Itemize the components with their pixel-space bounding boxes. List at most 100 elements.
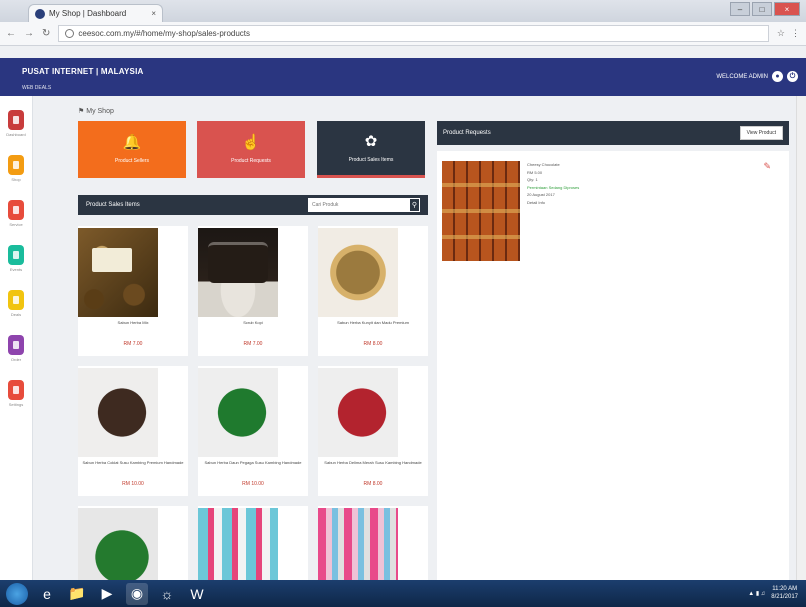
product-image[interactable] bbox=[78, 508, 158, 580]
page-scrollbar[interactable] bbox=[796, 96, 806, 580]
back-icon[interactable]: ← bbox=[6, 28, 16, 39]
product-search-input[interactable] bbox=[308, 198, 409, 212]
sidebar-item-label[interactable]: Events bbox=[3, 267, 29, 272]
product-image[interactable] bbox=[318, 508, 398, 580]
logout-icon[interactable]: ⏻ bbox=[787, 71, 798, 82]
product-image[interactable] bbox=[78, 228, 158, 317]
product-name[interactable]: Sabun Herba Mix bbox=[82, 320, 184, 325]
profile-icon[interactable]: ● bbox=[772, 71, 783, 82]
brand-subtitle: WEB DEALS bbox=[22, 85, 52, 91]
media-icon[interactable]: ▶ bbox=[96, 583, 118, 605]
reload-icon[interactable]: ↻ bbox=[42, 28, 50, 39]
word-icon[interactable]: W bbox=[186, 583, 208, 605]
products-grid: Sabun Herba Mix RM 7.00 Scrub Kopi RM 7.00 S… bbox=[78, 226, 428, 580]
sidebar-item-icon[interactable] bbox=[8, 110, 24, 130]
product-name[interactable]: Sabun Herba Delima Merah Susu Kambing Ha… bbox=[322, 460, 424, 465]
product-card[interactable]: Scrub Kopi RM 7.00 bbox=[198, 226, 308, 356]
user-link[interactable]: WELCOME ADMIN bbox=[716, 74, 768, 80]
maximize-button[interactable]: □ bbox=[752, 2, 772, 16]
clock[interactable]: 11:20 AM 8/21/2017 bbox=[771, 586, 798, 602]
product-card[interactable]: Sabun Herba Kunyit dan Madu Premium RM 8.… bbox=[318, 226, 428, 356]
product-image[interactable] bbox=[78, 368, 158, 457]
product-card[interactable]: Sabun Herba Daun Pegaga Susu Kambing Han… bbox=[198, 366, 308, 496]
product-image[interactable] bbox=[318, 368, 398, 457]
clock-time: 11:20 AM bbox=[772, 585, 798, 592]
firefox-icon[interactable]: ☼ bbox=[156, 583, 178, 605]
stat-tile-sales-items[interactable]: ✿ Product Sales Items bbox=[317, 121, 425, 178]
hand-icon: ☝ bbox=[241, 134, 261, 151]
sidebar-item-icon[interactable] bbox=[8, 380, 24, 400]
view-product-button[interactable]: View Product bbox=[739, 126, 783, 140]
sidebar-item-icon[interactable] bbox=[8, 155, 24, 175]
close-window-button[interactable]: × bbox=[774, 2, 800, 16]
product-image[interactable] bbox=[198, 228, 278, 317]
forward-icon[interactable]: → bbox=[24, 28, 34, 39]
product-price: RM 10.00 bbox=[242, 481, 264, 487]
sidebar-item-label[interactable]: Settings bbox=[3, 402, 29, 407]
product-card[interactable]: Sabun Herba Delima Merah Susu Kambing Ha… bbox=[318, 366, 428, 496]
product-card[interactable] bbox=[78, 506, 188, 580]
user-menu: WELCOME ADMIN ● ⏻ bbox=[716, 71, 798, 82]
minimize-button[interactable]: – bbox=[730, 2, 750, 16]
chrome-icon[interactable]: ◉ bbox=[126, 582, 148, 605]
left-sidebar: Dashboard Shop Service Events Deals Order Sett… bbox=[0, 96, 33, 580]
sidebar-item-icon[interactable] bbox=[8, 335, 24, 355]
product-name[interactable]: Sabun Herba Coklat Susu Kambing Premium … bbox=[82, 460, 184, 465]
product-name[interactable]: Scrub Kopi bbox=[202, 320, 304, 325]
product-card[interactable]: Sabun Herba Mix RM 7.00 bbox=[78, 226, 188, 356]
info-icon[interactable] bbox=[65, 29, 75, 38]
home-icon[interactable]: ⚑ bbox=[78, 108, 84, 115]
request-status: Permintaan Sedang Diproses bbox=[527, 184, 580, 190]
cubes-icon: ✿ bbox=[364, 132, 378, 150]
product-image[interactable] bbox=[198, 508, 278, 580]
request-product-qty: Qty: 1 bbox=[527, 177, 538, 183]
sidebar-item-label[interactable]: Deals bbox=[3, 312, 29, 317]
stat-tile-requests[interactable]: ☝ Product Requests bbox=[197, 121, 305, 178]
product-price: RM 7.00 bbox=[243, 341, 263, 347]
product-price: RM 8.00 bbox=[363, 341, 383, 347]
clock-date: 8/21/2017 bbox=[771, 593, 798, 600]
browser-titlebar: My Shop | Dashboard × – □ × bbox=[0, 0, 806, 22]
sidebar-item-label[interactable]: Shop bbox=[3, 177, 29, 182]
tray-icons[interactable]: ▲ ▮ ♫ bbox=[748, 590, 765, 597]
request-product-price: RM 5.00 bbox=[527, 169, 543, 175]
sidebar-item-icon[interactable] bbox=[8, 245, 24, 265]
stat-label: Product Requests bbox=[231, 158, 271, 164]
edit-icon[interactable]: ✎ bbox=[763, 161, 771, 172]
browser-tab[interactable]: My Shop | Dashboard × bbox=[28, 4, 163, 22]
request-note[interactable]: Detail Info bbox=[527, 199, 579, 207]
explorer-icon[interactable]: 📁 bbox=[66, 583, 88, 605]
sidebar-item-icon[interactable] bbox=[8, 200, 24, 220]
sidebar-item-label[interactable]: Service bbox=[3, 222, 29, 227]
tab-close-icon[interactable]: × bbox=[151, 9, 156, 18]
breadcrumb-label[interactable]: My Shop bbox=[86, 108, 114, 115]
stat-label: Product Sales Items bbox=[348, 156, 394, 163]
search-icon[interactable]: ⚲ bbox=[409, 198, 420, 212]
tab-title: My Shop | Dashboard bbox=[49, 9, 127, 18]
address-bar: ← → ↻ ceesoc.com.my/#/home/my-shop/sales… bbox=[0, 22, 806, 46]
sidebar-item-label[interactable]: Order bbox=[3, 357, 29, 362]
product-card[interactable] bbox=[198, 506, 308, 580]
sidebar-item-label[interactable]: Dashboard bbox=[3, 132, 29, 137]
browser-actions: ☆ ⋮ bbox=[777, 28, 800, 39]
ie-icon[interactable]: e bbox=[36, 583, 58, 605]
request-product-image[interactable] bbox=[442, 161, 520, 261]
menu-icon[interactable]: ⋮ bbox=[791, 28, 800, 39]
product-card[interactable] bbox=[318, 506, 428, 580]
product-name[interactable]: Sabun Herba Daun Pegaga Susu Kambing Han… bbox=[202, 460, 304, 465]
product-card[interactable]: Sabun Herba Coklat Susu Kambing Premium … bbox=[78, 366, 188, 496]
start-button[interactable] bbox=[6, 582, 28, 605]
brand-logo[interactable]: PUSAT INTERNET | MALAYSIA bbox=[22, 67, 143, 76]
stat-tile-sellers[interactable]: 🔔 Product Sellers bbox=[78, 121, 186, 178]
bell-icon: 🔔 bbox=[122, 134, 142, 151]
url-field[interactable]: ceesoc.com.my/#/home/my-shop/sales-produ… bbox=[58, 25, 769, 42]
request-product-name[interactable]: Cheesy Chocolate bbox=[527, 161, 579, 169]
products-panel-header: Product Sales Items ⚲ bbox=[78, 195, 428, 215]
requests-panel-header: Product Requests View Product bbox=[437, 121, 789, 145]
product-image[interactable] bbox=[318, 228, 398, 317]
product-image[interactable] bbox=[198, 368, 278, 457]
bookmark-star-icon[interactable]: ☆ bbox=[777, 28, 785, 39]
sidebar-item-icon[interactable] bbox=[8, 290, 24, 310]
request-info: Cheesy Chocolate RM 5.00 Qty: 1 Perminta… bbox=[527, 161, 579, 207]
product-name[interactable]: Sabun Herba Kunyit dan Madu Premium bbox=[322, 320, 424, 325]
